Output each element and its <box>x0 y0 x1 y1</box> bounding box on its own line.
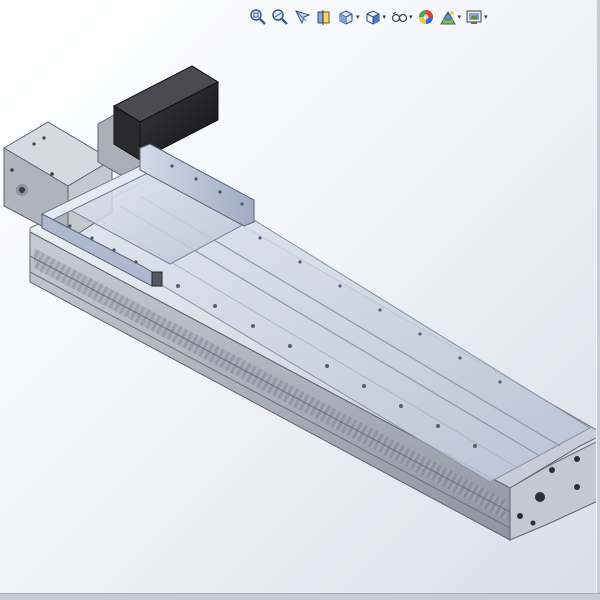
graphics-viewport[interactable]: ▾ ▾ ▾ ▾ ▾ <box>0 0 600 600</box>
limit-switch <box>151 271 163 287</box>
viewport-bottom-border <box>0 593 600 600</box>
viewport-right-border <box>596 0 600 600</box>
linear-actuator-model[interactable] <box>0 0 600 600</box>
